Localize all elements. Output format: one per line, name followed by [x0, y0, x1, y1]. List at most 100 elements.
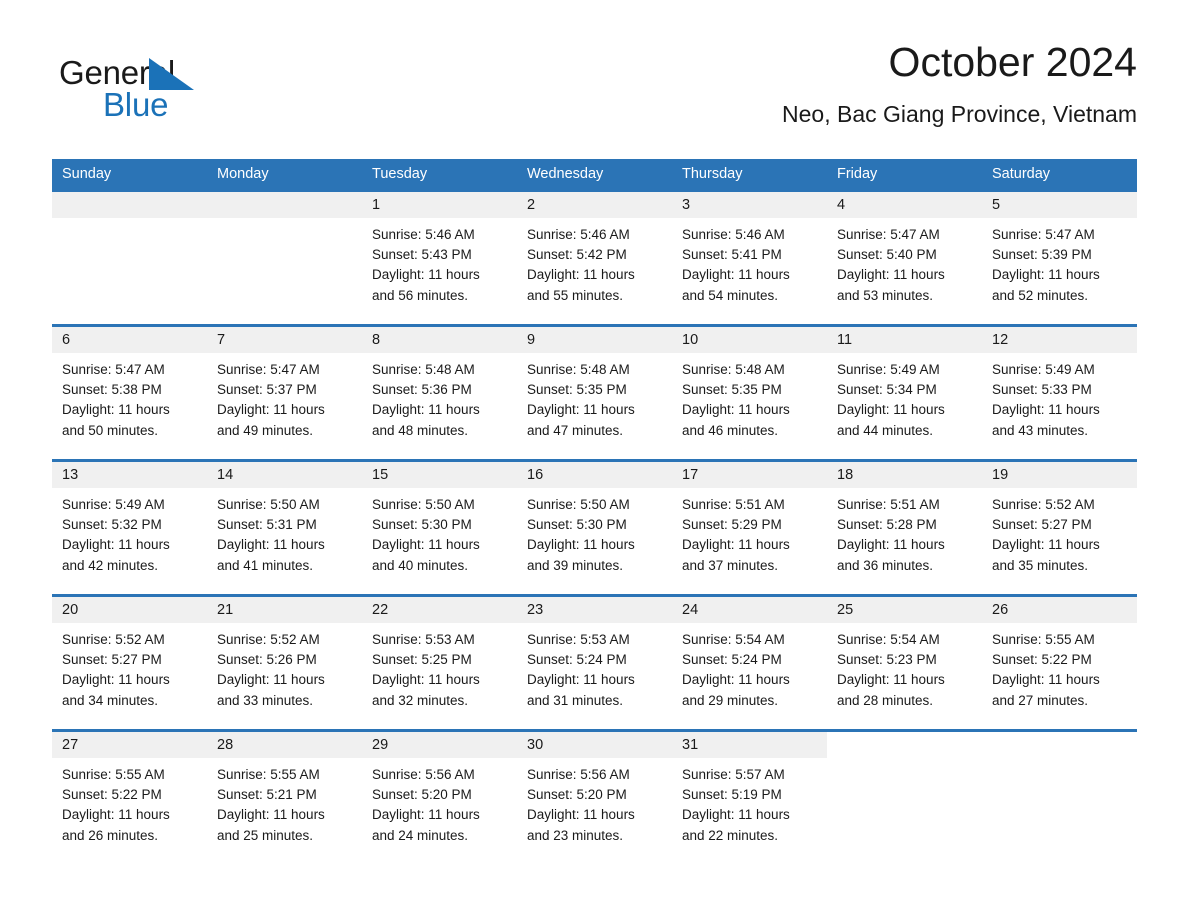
calendar-day-cell[interactable]: 30 Sunrise: 5:56 AM Sunset: 5:20 PM Dayligh… [517, 729, 672, 864]
calendar-weeks: 1 Sunrise: 5:46 AM Sunset: 5:43 PM Daylight… [52, 189, 1137, 864]
day-sunrise-text: Sunrise: 5:52 AM [992, 497, 1095, 512]
day-details: Sunrise: 5:52 AM Sunset: 5:27 PM Daylight:… [52, 623, 207, 711]
day-daylight-text: Daylight: 11 hours [62, 402, 170, 418]
calendar-day-cell[interactable]: 26 Sunrise: 5:55 AM Sunset: 5:22 PM Dayligh… [982, 594, 1137, 729]
calendar-day-cell[interactable]: 13 Sunrise: 5:49 AM Sunset: 5:32 PM Dayligh… [52, 459, 207, 594]
day-number-band: 26 [982, 597, 1137, 623]
day-daylight-text: and 56 minutes. [372, 287, 469, 303]
calendar-day-cell[interactable]: 21 Sunrise: 5:52 AM Sunset: 5:26 PM Dayligh… [207, 594, 362, 729]
day-daylight-text: Daylight: 11 hours [837, 402, 945, 418]
calendar-day-cell[interactable]: 27 Sunrise: 5:55 AM Sunset: 5:22 PM Dayligh… [52, 729, 207, 864]
day-number: 5 [992, 197, 1001, 213]
day-sunrise-text: Sunrise: 5:55 AM [62, 767, 165, 782]
calendar-day-cell[interactable]: 20 Sunrise: 5:52 AM Sunset: 5:27 PM Dayligh… [52, 594, 207, 729]
day-sunset-text: Sunset: 5:35 PM [682, 382, 782, 398]
day-sunset-text: Sunset: 5:38 PM [62, 382, 162, 398]
day-sunset-text: Sunset: 5:32 PM [62, 517, 162, 533]
day-sunrise-text: Sunrise: 5:53 AM [527, 632, 630, 647]
calendar-day-cell[interactable]: 16 Sunrise: 5:50 AM Sunset: 5:30 PM Dayligh… [517, 459, 672, 594]
day-details: Sunrise: 5:52 AM Sunset: 5:26 PM Daylight:… [207, 623, 362, 711]
weekday-header-tuesday: Tuesday [372, 166, 428, 182]
calendar-day-cell[interactable]: 29 Sunrise: 5:56 AM Sunset: 5:20 PM Dayligh… [362, 729, 517, 864]
day-sunset-text: Sunset: 5:26 PM [217, 652, 317, 668]
calendar-day-cell[interactable]: 25 Sunrise: 5:54 AM Sunset: 5:23 PM Dayligh… [827, 594, 982, 729]
day-sunrise-text: Sunrise: 5:57 AM [682, 767, 785, 782]
weekday-header-row: Sunday Monday Tuesday Wednesday Thursday Frid… [52, 159, 1137, 189]
day-daylight-text: Daylight: 11 hours [527, 267, 635, 283]
calendar-day-cell[interactable]: 1 Sunrise: 5:46 AM Sunset: 5:43 PM Daylight… [362, 189, 517, 324]
calendar-day-cell-empty [52, 189, 207, 324]
day-sunset-text: Sunset: 5:21 PM [217, 787, 317, 803]
day-number: 30 [527, 737, 544, 753]
day-number: 12 [992, 332, 1009, 348]
day-number: 25 [837, 602, 854, 618]
day-number: 27 [62, 737, 79, 753]
calendar-day-cell[interactable]: 28 Sunrise: 5:55 AM Sunset: 5:21 PM Dayligh… [207, 729, 362, 864]
day-daylight-text: and 31 minutes. [527, 692, 624, 708]
calendar-day-cell-empty [982, 729, 1137, 864]
day-sunset-text: Sunset: 5:41 PM [682, 247, 782, 263]
calendar-day-cell[interactable]: 3 Sunrise: 5:46 AM Sunset: 5:41 PM Daylight… [672, 189, 827, 324]
calendar-day-cell[interactable]: 19 Sunrise: 5:52 AM Sunset: 5:27 PM Dayligh… [982, 459, 1137, 594]
day-details: Sunrise: 5:55 AM Sunset: 5:22 PM Daylight:… [982, 623, 1137, 711]
day-number-band [52, 192, 207, 218]
day-sunset-text: Sunset: 5:25 PM [372, 652, 472, 668]
calendar-day-cell[interactable]: 8 Sunrise: 5:48 AM Sunset: 5:36 PM Daylight… [362, 324, 517, 459]
calendar-day-cell[interactable]: 23 Sunrise: 5:53 AM Sunset: 5:24 PM Dayligh… [517, 594, 672, 729]
day-number: 10 [682, 332, 699, 348]
day-sunset-text: Sunset: 5:29 PM [682, 517, 782, 533]
day-number: 9 [527, 332, 536, 348]
day-sunrise-text: Sunrise: 5:54 AM [837, 632, 940, 647]
calendar-day-cell[interactable]: 10 Sunrise: 5:48 AM Sunset: 5:35 PM Dayligh… [672, 324, 827, 459]
day-number: 6 [62, 332, 71, 348]
calendar-day-cell[interactable]: 4 Sunrise: 5:47 AM Sunset: 5:40 PM Daylight… [827, 189, 982, 324]
calendar-day-cell[interactable]: 18 Sunrise: 5:51 AM Sunset: 5:28 PM Dayligh… [827, 459, 982, 594]
day-sunset-text: Sunset: 5:40 PM [837, 247, 937, 263]
day-details: Sunrise: 5:48 AM Sunset: 5:35 PM Daylight:… [517, 353, 672, 441]
day-number-band: 10 [672, 327, 827, 353]
day-details: Sunrise: 5:51 AM Sunset: 5:29 PM Daylight:… [672, 488, 827, 576]
weekday-header-friday: Friday [837, 166, 878, 182]
weekday-header-sunday: Sunday [62, 166, 112, 182]
calendar-day-cell[interactable]: 11 Sunrise: 5:49 AM Sunset: 5:34 PM Dayligh… [827, 324, 982, 459]
calendar-day-cell[interactable]: 31 Sunrise: 5:57 AM Sunset: 5:19 PM Dayligh… [672, 729, 827, 864]
day-daylight-text: and 47 minutes. [527, 422, 624, 438]
day-daylight-text: Daylight: 11 hours [992, 672, 1100, 688]
day-sunrise-text: Sunrise: 5:47 AM [62, 362, 165, 377]
day-daylight-text: Daylight: 11 hours [682, 402, 790, 418]
calendar-day-cell[interactable]: 5 Sunrise: 5:47 AM Sunset: 5:39 PM Daylight… [982, 189, 1137, 324]
calendar-day-cell[interactable]: 17 Sunrise: 5:51 AM Sunset: 5:29 PM Dayligh… [672, 459, 827, 594]
day-details: Sunrise: 5:55 AM Sunset: 5:21 PM Daylight:… [207, 758, 362, 846]
calendar-day-cell[interactable]: 12 Sunrise: 5:49 AM Sunset: 5:33 PM Dayligh… [982, 324, 1137, 459]
calendar-day-cell[interactable]: 15 Sunrise: 5:50 AM Sunset: 5:30 PM Dayligh… [362, 459, 517, 594]
day-number: 29 [372, 737, 389, 753]
day-number-band: 5 [982, 192, 1137, 218]
day-daylight-text: and 39 minutes. [527, 557, 624, 573]
day-daylight-text: Daylight: 11 hours [527, 672, 635, 688]
calendar-day-cell[interactable]: 22 Sunrise: 5:53 AM Sunset: 5:25 PM Dayligh… [362, 594, 517, 729]
day-number-band: 30 [517, 732, 672, 758]
day-daylight-text: and 36 minutes. [837, 557, 934, 573]
day-number: 1 [372, 197, 381, 213]
calendar-day-cell[interactable]: 9 Sunrise: 5:48 AM Sunset: 5:35 PM Daylight… [517, 324, 672, 459]
day-number: 24 [682, 602, 699, 618]
day-daylight-text: and 25 minutes. [217, 827, 314, 843]
calendar-day-cell[interactable]: 6 Sunrise: 5:47 AM Sunset: 5:38 PM Daylight… [52, 324, 207, 459]
day-number-band [827, 732, 982, 758]
day-sunset-text: Sunset: 5:42 PM [527, 247, 627, 263]
calendar-day-cell[interactable]: 14 Sunrise: 5:50 AM Sunset: 5:31 PM Dayligh… [207, 459, 362, 594]
calendar-day-cell[interactable]: 24 Sunrise: 5:54 AM Sunset: 5:24 PM Dayligh… [672, 594, 827, 729]
day-number-band: 25 [827, 597, 982, 623]
day-details: Sunrise: 5:56 AM Sunset: 5:20 PM Daylight:… [362, 758, 517, 846]
day-number: 22 [372, 602, 389, 618]
day-sunset-text: Sunset: 5:35 PM [527, 382, 627, 398]
day-number-band: 21 [207, 597, 362, 623]
calendar-day-cell[interactable]: 7 Sunrise: 5:47 AM Sunset: 5:37 PM Daylight… [207, 324, 362, 459]
calendar-day-cell[interactable]: 2 Sunrise: 5:46 AM Sunset: 5:42 PM Daylight… [517, 189, 672, 324]
day-sunset-text: Sunset: 5:22 PM [992, 652, 1092, 668]
day-details: Sunrise: 5:48 AM Sunset: 5:35 PM Daylight:… [672, 353, 827, 441]
day-details: Sunrise: 5:47 AM Sunset: 5:38 PM Daylight:… [52, 353, 207, 441]
day-daylight-text: Daylight: 11 hours [62, 807, 170, 823]
day-number-band: 1 [362, 192, 517, 218]
day-details: Sunrise: 5:50 AM Sunset: 5:31 PM Daylight:… [207, 488, 362, 576]
